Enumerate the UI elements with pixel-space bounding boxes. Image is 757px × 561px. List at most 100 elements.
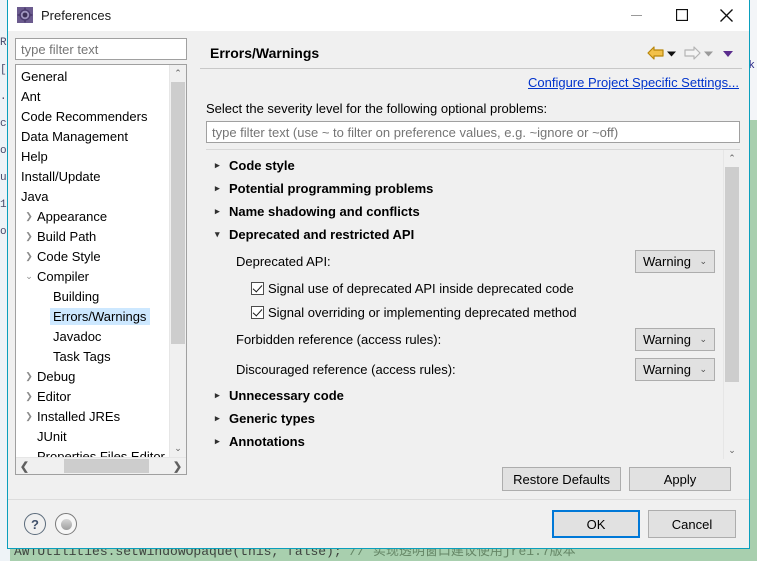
severity-select-discouraged-reference-access-rules[interactable]: Warning ⌄ [635, 357, 715, 381]
sidebar-item-building[interactable]: Building [16, 286, 169, 306]
severity-select-forbidden-reference-access-rules[interactable]: Warning ⌄ [635, 327, 715, 351]
ok-button[interactable]: OK [552, 510, 640, 538]
sidebar-vertical-scrollbar[interactable]: ⌃ ⌄ [169, 65, 186, 457]
sidebar-item-appearance[interactable]: ❯ Appearance [16, 206, 169, 226]
caret-right-icon[interactable]: ▸ [215, 183, 229, 194]
sidebar-item-label: Compiler [37, 268, 90, 284]
sidebar-item-errors-warnings[interactable]: Errors/Warnings [16, 306, 169, 326]
question-mark-icon[interactable]: ? [24, 513, 46, 535]
caret-right-icon[interactable]: ▸ [215, 160, 229, 171]
chevron-right-icon[interactable]: ❯ [21, 211, 37, 221]
scroll-left-icon[interactable]: ❮ [16, 458, 33, 474]
scroll-right-icon[interactable]: ❯ [169, 458, 186, 474]
sidebar-item-label: Data Management [21, 128, 128, 144]
options-scroll-thumb[interactable] [725, 167, 739, 382]
sidebar-item-editor[interactable]: ❯ Editor [16, 386, 169, 406]
options-category-name-shadowing-and-conflicts[interactable]: ▸ Name shadowing and conflicts [206, 200, 723, 223]
options-setting-label: Deprecated API: [236, 253, 331, 269]
chevron-right-icon[interactable]: ❯ [21, 411, 37, 421]
sidebar-scroll-track[interactable] [170, 82, 186, 440]
options-category-annotations[interactable]: ▸ Annotations [206, 430, 723, 453]
caret-right-icon[interactable]: ▸ [215, 436, 229, 447]
options-setting-label: Forbidden reference (access rules): [236, 331, 442, 347]
sidebar-item-code-style[interactable]: ❯ Code Style [16, 246, 169, 266]
close-button[interactable] [704, 0, 749, 31]
sidebar-item-data-management[interactable]: Data Management [16, 126, 169, 146]
caret-right-icon[interactable]: ▸ [215, 413, 229, 424]
grey-circle-icon[interactable] [55, 513, 77, 535]
sidebar-filter-input[interactable] [15, 38, 187, 60]
restore-defaults-button[interactable]: Restore Defaults [502, 467, 621, 491]
sidebar-item-installed-jres[interactable]: ❯ Installed JREs [16, 406, 169, 426]
options-category-potential-programming-problems[interactable]: ▸ Potential programming problems [206, 177, 723, 200]
sidebar-item-junit[interactable]: JUnit [16, 426, 169, 446]
sidebar-tree-scrollrow: General Ant Code Recommenders Data Manageme… [16, 65, 186, 457]
options-category-label: Code style [229, 158, 295, 173]
apply-button[interactable]: Apply [629, 467, 731, 491]
options-tree-list[interactable]: ▸ Code style ▸ Potential programming proble… [206, 150, 723, 459]
severity-select-value: Warning [643, 361, 691, 377]
sidebar-item-compiler[interactable]: ⌄ Compiler [16, 266, 169, 286]
caret-down-icon[interactable]: ▾ [215, 229, 229, 240]
options-vertical-scrollbar[interactable]: ⌃ ⌄ [723, 150, 740, 459]
sidebar-item-debug[interactable]: ❯ Debug [16, 366, 169, 386]
options-setting-label: Discouraged reference (access rules): [236, 361, 456, 377]
minimize-button[interactable] [614, 0, 659, 31]
severity-select-deprecated-api[interactable]: Warning ⌄ [635, 249, 715, 273]
sidebar-item-task-tags[interactable]: Task Tags [16, 346, 169, 366]
checkbox-signal-overriding-or-implementing-deprecated-method[interactable] [251, 305, 264, 319]
options-checkbox-row[interactable]: Signal use of deprecated API inside depr… [206, 276, 723, 300]
options-tree: ▸ Code style ▸ Potential programming proble… [206, 149, 740, 459]
maximize-button[interactable] [659, 0, 704, 31]
forward-menu-chevron-down-icon[interactable] [703, 48, 714, 59]
back-arrow-icon[interactable] [647, 46, 664, 60]
sidebar-item-build-path[interactable]: ❯ Build Path [16, 226, 169, 246]
options-category-deprecated-and-restricted-api[interactable]: ▾ Deprecated and restricted API [206, 223, 723, 246]
sidebar-tree: General Ant Code Recommenders Data Manageme… [15, 64, 187, 475]
configure-project-specific-settings-link[interactable]: Configure Project Specific Settings... [528, 75, 739, 90]
back-menu-chevron-down-icon[interactable] [666, 48, 677, 59]
sidebar-hscroll-track[interactable] [33, 458, 169, 474]
options-scroll-track[interactable] [724, 167, 740, 442]
sidebar-item-code-recommenders[interactable]: Code Recommenders [16, 106, 169, 126]
options-scroll-up-icon[interactable]: ⌃ [724, 150, 740, 167]
chevron-down-icon[interactable]: ⌄ [21, 271, 37, 281]
sidebar-item-general[interactable]: General [16, 66, 169, 86]
scroll-up-icon[interactable]: ⌃ [170, 65, 186, 82]
chevron-right-icon[interactable]: ❯ [21, 371, 37, 381]
view-menu-chevron-down-icon[interactable] [722, 48, 734, 59]
sidebar-item-label: Debug [37, 368, 76, 384]
checkbox-label: Signal overriding or implementing deprec… [268, 304, 577, 320]
sidebar-item-ant[interactable]: Ant [16, 86, 169, 106]
options-scroll-down-icon[interactable]: ⌄ [724, 442, 740, 459]
sidebar-item-label: Java [21, 188, 49, 204]
sidebar-item-java[interactable]: Java [16, 186, 169, 206]
dialog-titlebar[interactable]: Preferences [8, 0, 749, 31]
cancel-button[interactable]: Cancel [648, 510, 736, 538]
sidebar-item-install-update[interactable]: Install/Update [16, 166, 169, 186]
chevron-right-icon[interactable]: ❯ [21, 391, 37, 401]
options-category-label: Name shadowing and conflicts [229, 204, 420, 219]
options-category-unnecessary-code[interactable]: ▸ Unnecessary code [206, 384, 723, 407]
chevron-right-icon[interactable]: ❯ [21, 231, 37, 241]
options-checkbox-row[interactable]: Signal overriding or implementing deprec… [206, 300, 723, 324]
options-category-code-style[interactable]: ▸ Code style [206, 154, 723, 177]
sidebar-scroll-thumb[interactable] [171, 82, 185, 344]
sidebar-item-properties-files-editor[interactable]: Properties Files Editor [16, 446, 169, 458]
scroll-down-icon[interactable]: ⌄ [170, 440, 186, 457]
sidebar-horizontal-scrollbar[interactable]: ❮ ❯ [16, 457, 186, 474]
sidebar-item-help[interactable]: Help [16, 146, 169, 166]
sidebar-item-label: Build Path [37, 228, 97, 244]
chevron-right-icon[interactable]: ❯ [21, 251, 37, 261]
caret-right-icon[interactable]: ▸ [215, 206, 229, 217]
checkbox-signal-use-of-deprecated-api-inside-deprecated-code[interactable] [251, 281, 264, 295]
options-filter-input[interactable] [206, 121, 740, 143]
options-category-generic-types[interactable]: ▸ Generic types [206, 407, 723, 430]
sidebar-item-javadoc[interactable]: Javadoc [16, 326, 169, 346]
sidebar-hscroll-thumb[interactable] [64, 459, 149, 473]
forward-arrow-icon[interactable] [684, 46, 701, 60]
chevron-down-icon: ⌄ [699, 333, 707, 344]
sidebar-tree-list[interactable]: General Ant Code Recommenders Data Manageme… [16, 65, 169, 458]
preferences-page: Errors/Warnings Configure Project Specif… [200, 38, 742, 499]
caret-right-icon[interactable]: ▸ [215, 390, 229, 401]
